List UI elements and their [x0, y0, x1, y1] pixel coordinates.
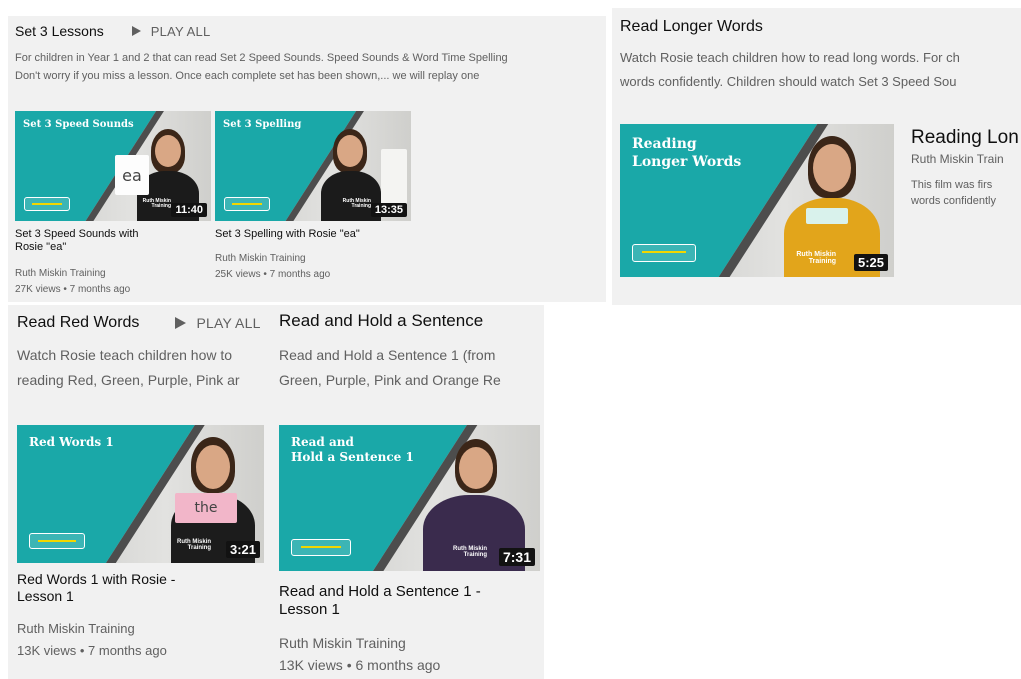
section-description-line2: Green, Purple, Pink and Orange Re	[279, 372, 501, 388]
section-header: Read Longer Words	[620, 18, 763, 36]
video-thumbnail[interactable]: Reading Longer Words Ruth Miskin Trainin…	[620, 124, 894, 277]
thumbnail-title: Read and Hold a Sentence 1	[291, 435, 414, 464]
video-title[interactable]: Read and Hold a Sentence 1 - Lesson 1	[279, 583, 481, 619]
thumbnail-title: Reading Longer Words	[632, 136, 742, 170]
flashcard: the	[175, 493, 237, 523]
read-write-inc-logo-icon	[224, 197, 270, 211]
section-description-line1: Watch Rosie teach children how to	[17, 347, 233, 363]
section-description-line2: words confidently. Children should watch…	[620, 74, 957, 89]
section-read-longer-words: Read Longer Words Watch Rosie teach chil…	[612, 8, 1021, 305]
thumbnail-title: Set 3 Spelling	[223, 119, 302, 130]
section-title[interactable]: Read and Hold a Sentence	[279, 311, 483, 331]
section-header: Read Red Words PLAY ALL	[17, 314, 261, 332]
section-title[interactable]: Set 3 Lessons	[15, 23, 104, 39]
play-all-label: PLAY ALL	[150, 23, 211, 39]
video-title[interactable]: Red Words 1 with Rosie - Lesson 1	[17, 571, 175, 605]
section-title[interactable]: Read Longer Words	[620, 18, 763, 36]
video-thumbnail[interactable]: Set 3 Speed Sounds ea Ruth Miskin Traini…	[15, 111, 211, 221]
section-description-line1: Read and Hold a Sentence 1 (from	[279, 347, 496, 363]
section-description-line2: Don't worry if you miss a lesson. Once e…	[15, 70, 480, 82]
read-write-inc-logo-icon	[29, 533, 85, 549]
brand-label: Ruth Miskin Training	[342, 198, 371, 209]
video-thumbnail[interactable]: Red Words 1 the Ruth Miskin Training 3:2…	[17, 425, 264, 563]
video-duration: 7:31	[498, 548, 535, 566]
brand-label: Ruth Miskin Training	[453, 546, 487, 558]
read-write-inc-logo-icon	[24, 197, 70, 211]
video-meta: 13K views • 6 months ago	[279, 657, 441, 673]
play-all-label: PLAY ALL	[196, 315, 261, 331]
brand-label: Ruth Miskin Training	[177, 539, 211, 551]
thumbnail-title: Red Words 1	[29, 435, 114, 449]
video-title[interactable]: Reading Lon	[911, 127, 1019, 150]
channel-name[interactable]: Ruth Miskin Training	[15, 268, 106, 279]
channel-name[interactable]: Ruth Miskin Training	[17, 621, 135, 636]
video-thumbnail[interactable]: Read and Hold a Sentence 1 Ruth Miskin T…	[279, 425, 540, 571]
video-meta: 25K views • 7 months ago	[215, 269, 331, 280]
video-duration: 3:21	[225, 541, 260, 558]
play-triangle-icon	[131, 26, 141, 36]
section-description-line1: For children in Year 1 and 2 that can re…	[15, 52, 508, 64]
video-duration: 13:35	[370, 203, 407, 217]
video-thumbnail[interactable]: Set 3 Spelling Ruth Miskin Training 13:3…	[215, 111, 411, 221]
video-duration: 5:25	[853, 254, 888, 271]
section-set3-lessons: Set 3 Lessons PLAY ALL For children in Y…	[8, 16, 606, 302]
play-all-button[interactable]: PLAY ALL	[131, 23, 211, 39]
channel-name[interactable]: Ruth Miskin Training	[215, 253, 306, 264]
video-description: This film was firs words confidently	[911, 179, 996, 207]
flashcard	[806, 208, 848, 224]
flashcard: ea	[115, 155, 149, 195]
channel-name[interactable]: Ruth Miskin Training	[279, 635, 406, 651]
section-description-line1: Watch Rosie teach children how to read l…	[620, 50, 960, 65]
video-title[interactable]: Set 3 Speed Sounds with Rosie "ea"	[15, 228, 139, 254]
section-title[interactable]: Read Red Words	[17, 314, 139, 332]
video-meta: 27K views • 7 months ago	[15, 284, 131, 295]
play-triangle-icon	[175, 317, 187, 329]
play-all-button[interactable]: PLAY ALL	[175, 315, 260, 331]
thumbnail-title: Set 3 Speed Sounds	[23, 119, 134, 130]
channel-name[interactable]: Ruth Miskin Train	[911, 152, 1004, 166]
read-write-inc-logo-icon	[632, 244, 696, 262]
brand-label: Ruth Miskin Training	[142, 198, 171, 209]
video-title[interactable]: Set 3 Spelling with Rosie "ea"	[215, 228, 360, 241]
video-meta: 13K views • 7 months ago	[17, 643, 167, 658]
section-description-line2: reading Red, Green, Purple, Pink ar	[17, 372, 240, 388]
section-read-red-words: Read Red Words PLAY ALL Watch Rosie teac…	[8, 305, 274, 679]
brand-label: Ruth Miskin Training	[796, 251, 836, 265]
video-duration: 11:40	[171, 203, 207, 217]
section-read-and-hold-a-sentence: Read and Hold a Sentence Read and Hold a…	[272, 305, 544, 679]
section-header: Read and Hold a Sentence	[279, 311, 483, 331]
section-header: Set 3 Lessons PLAY ALL	[15, 23, 210, 39]
whiteboard	[381, 149, 407, 205]
read-write-inc-logo-icon	[291, 539, 351, 556]
